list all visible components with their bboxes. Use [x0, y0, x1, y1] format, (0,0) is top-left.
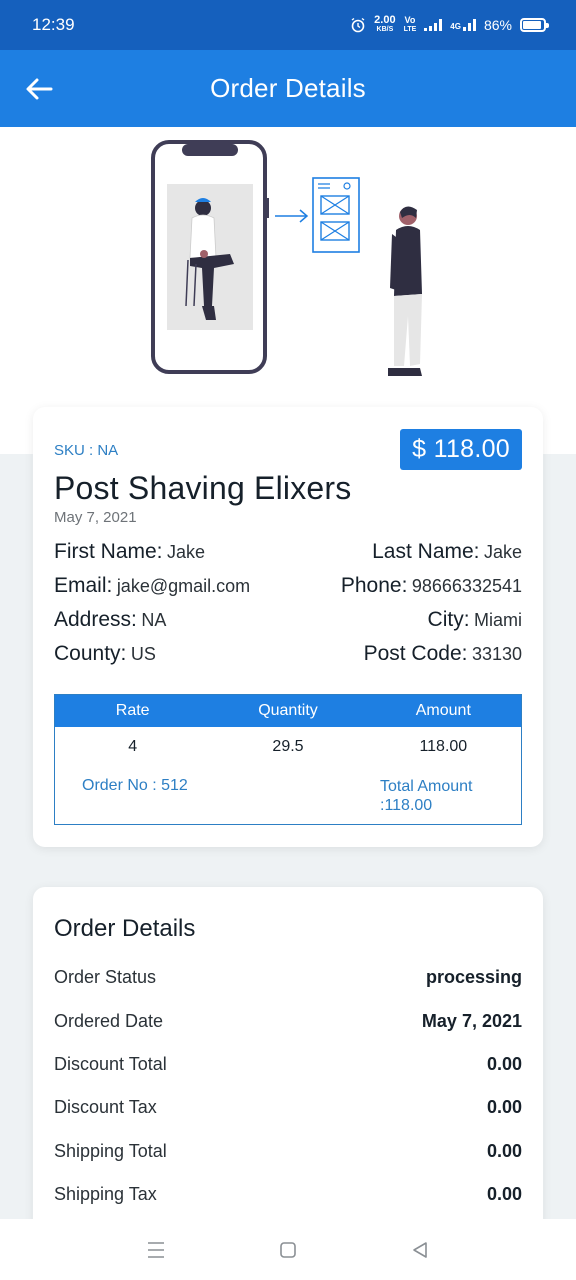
detail-row-shipping-tax: Shipping Tax 0.00 — [54, 1179, 522, 1209]
address-row: Address: NA City: Miami — [54, 605, 522, 635]
nav-recents-button[interactable] — [144, 1239, 168, 1261]
detail-value: 0.00 — [486, 1053, 522, 1074]
detail-label: Discount Total — [54, 1053, 167, 1074]
status-time: 12:39 — [32, 15, 75, 34]
post-code-label: Post Code: — [363, 642, 468, 665]
first-name-label: First Name: — [54, 540, 163, 563]
net-speed-value: 2.00 — [374, 14, 396, 26]
phone-label: Phone: — [340, 574, 408, 597]
nav-back-button[interactable] — [408, 1239, 432, 1261]
alarm-icon — [351, 17, 365, 33]
detail-value: 0.00 — [486, 1183, 522, 1204]
header-amount: Amount — [415, 702, 471, 719]
nav-home-button[interactable] — [276, 1239, 300, 1261]
post-code-value: 33130 — [471, 644, 522, 664]
cell-quantity: 29.5 — [272, 738, 304, 755]
county-label: County: — [54, 642, 127, 665]
detail-value: 0.00 — [486, 1140, 522, 1161]
signal-bars-icon — [424, 19, 443, 31]
order-details-title: Order Details — [54, 915, 196, 942]
last-name-value: Jake — [483, 542, 522, 562]
detail-label: Discount Tax — [54, 1096, 157, 1117]
order-number: Order No : 512 — [82, 777, 188, 794]
order-date: May 7, 2021 — [54, 509, 137, 526]
detail-row-status: Order Status processing — [54, 962, 522, 992]
name-row: First Name: Jake Last Name: Jake — [54, 537, 522, 567]
volte-bottom: LTE — [403, 26, 417, 33]
county-value: US — [130, 644, 156, 664]
first-name-value: Jake — [166, 542, 205, 562]
total-amount: Total Amount :118.00 — [380, 778, 473, 814]
table-row: 4 29.5 118.00 — [55, 727, 521, 767]
order-details-card: Order Details Order Status processing Or… — [33, 887, 543, 1247]
order-illustration — [151, 140, 422, 376]
city-label: City: — [427, 608, 470, 631]
system-nav-bar — [0, 1219, 576, 1280]
battery-icon — [520, 18, 549, 32]
address-field: Address: NA — [54, 608, 166, 632]
product-name: Post Shaving Elixers — [54, 470, 352, 506]
email-field: Email: jake@gmail.com — [54, 574, 250, 598]
contact-row: Email: jake@gmail.com Phone: 98666332541 — [54, 571, 522, 601]
volte-indicator: Vo LTE — [404, 16, 417, 34]
page-title: Order Details — [210, 73, 366, 103]
email-value: jake@gmail.com — [116, 576, 251, 596]
post-code-field: Post Code: 33130 — [364, 642, 522, 666]
detail-value: May 7, 2021 — [421, 1010, 522, 1031]
network-label: 4G — [450, 22, 461, 31]
cell-rate: 4 — [128, 738, 138, 755]
region-row: County: US Post Code: 33130 — [54, 639, 522, 669]
order-summary-card: SKU : NA $ 118.00 Post Shaving Elixers M… — [33, 407, 543, 847]
last-name-field: Last Name: Jake — [372, 540, 522, 564]
address-value: NA — [141, 610, 167, 630]
detail-value: 0.00 — [486, 1096, 522, 1117]
email-label: Email: — [54, 574, 113, 597]
detail-label: Shipping Tax — [54, 1183, 157, 1204]
phone-field: Phone: 98666332541 — [341, 574, 522, 598]
volte-top: Vo — [404, 15, 416, 25]
net-speed-unit: KB/S — [376, 26, 394, 33]
table-header: Rate Quantity Amount — [55, 695, 521, 727]
county-field: County: US — [54, 642, 156, 666]
header-quantity: Quantity — [258, 702, 318, 719]
address-label: Address: — [54, 608, 137, 631]
detail-label: Ordered Date — [54, 1010, 164, 1031]
sku-label: SKU : NA — [54, 442, 119, 459]
battery-percent: 86% — [483, 17, 512, 33]
signal-bars-2-icon — [462, 19, 476, 31]
order-items-table: Rate Quantity Amount 4 29.5 118.00 Order… — [54, 694, 522, 825]
detail-row-shipping-total: Shipping Total 0.00 — [54, 1136, 522, 1166]
last-name-label: Last Name: — [372, 540, 480, 563]
cell-amount: 118.00 — [419, 738, 468, 755]
detail-value: processing — [425, 966, 522, 987]
city-field: City: Miami — [428, 608, 522, 632]
arrow-left-icon — [26, 78, 53, 100]
detail-label: Order Status — [54, 966, 157, 987]
status-bar: 12:39 2.00 KB/S Vo LTE 4G 86% — [0, 0, 576, 50]
menu-lines-icon — [148, 1242, 164, 1258]
detail-row-discount-tax: Discount Tax 0.00 — [54, 1092, 522, 1122]
app-bar: Order Details — [0, 50, 576, 127]
triangle-back-icon — [413, 1242, 427, 1258]
detail-row-ordered-date: Ordered Date May 7, 2021 — [54, 1006, 522, 1036]
detail-label: Shipping Total — [54, 1140, 167, 1161]
header-rate: Rate — [115, 702, 150, 719]
network-type: 4G — [450, 19, 476, 31]
back-button[interactable] — [22, 72, 56, 106]
square-home-icon — [280, 1242, 296, 1258]
status-icons: 2.00 KB/S Vo LTE 4G 86% — [350, 14, 549, 34]
detail-row-discount-total: Discount Total 0.00 — [54, 1049, 522, 1079]
phone-value: 98666332541 — [411, 576, 522, 596]
city-value: Miami — [474, 610, 522, 630]
price-badge: $ 118.00 — [400, 429, 522, 470]
net-speed: 2.00 KB/S — [374, 14, 396, 34]
first-name-field: First Name: Jake — [54, 540, 205, 564]
